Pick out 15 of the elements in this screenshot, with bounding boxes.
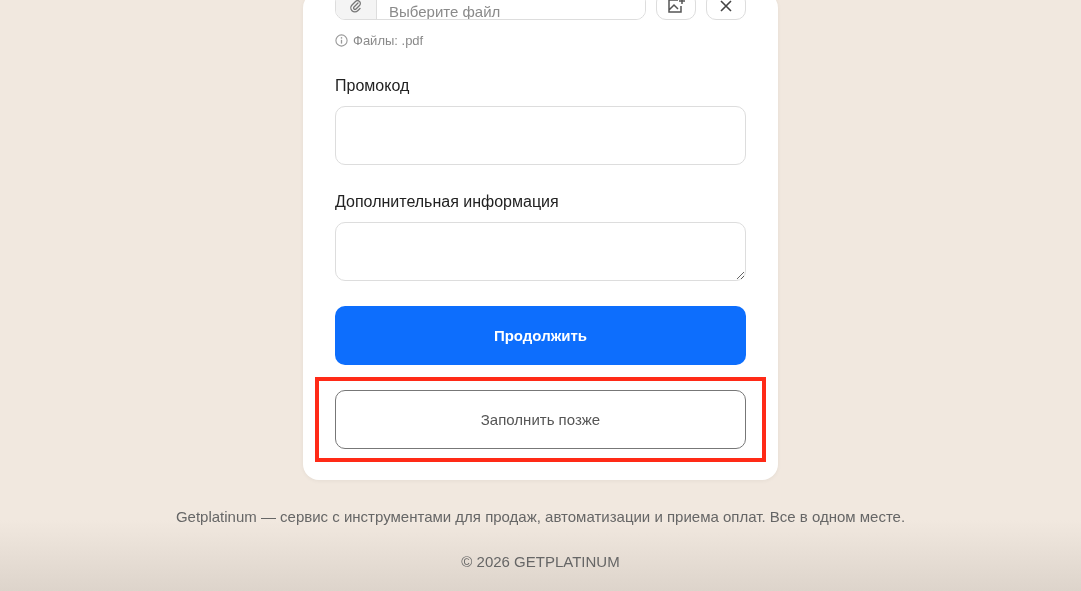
continue-button[interactable]: Продолжить — [335, 306, 746, 365]
close-button[interactable] — [706, 0, 746, 20]
promo-code-field[interactable] — [335, 106, 746, 165]
fill-later-button[interactable]: Заполнить позже — [335, 390, 746, 449]
copyright-text: © 2026 GETPLATINUM — [461, 553, 620, 570]
info-icon — [335, 33, 348, 47]
image-add-icon — [666, 0, 686, 15]
field-label: Промокод — [335, 76, 411, 96]
close-icon — [720, 0, 732, 12]
image-add-button[interactable] — [656, 0, 696, 20]
paperclip-icon — [349, 0, 363, 13]
file-input-field[interactable]: Выберите файл — [335, 0, 646, 20]
field-label: Дополнительная информация — [335, 192, 560, 212]
file-hint: Файлы: .pdf — [353, 32, 424, 48]
footer-tagline: Getplatinum — сервис с инструментами для продаж, автоматизации и приема оплат. Все в одном месте. — [175, 508, 906, 525]
